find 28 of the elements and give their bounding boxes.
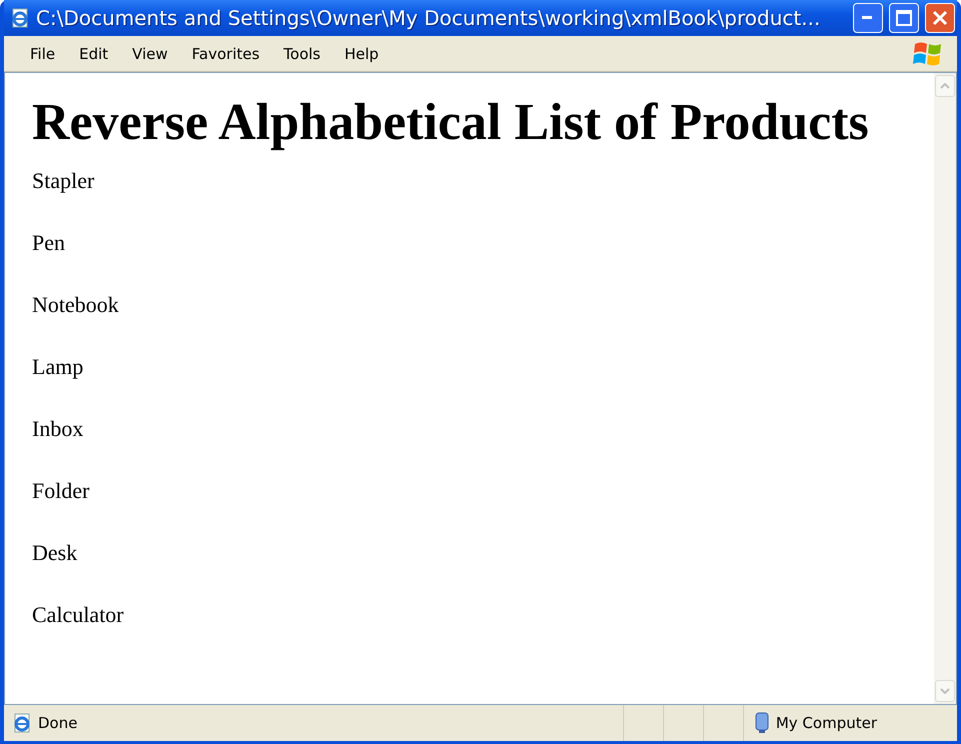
- status-text: Done: [38, 714, 78, 732]
- menu-item[interactable]: Help: [332, 40, 391, 66]
- product-name: Lamp: [32, 354, 84, 380]
- menu-item[interactable]: Tools: [272, 40, 332, 66]
- maximize-button[interactable]: [889, 3, 919, 33]
- window-title: C:\Documents and Settings\Owner\My Documents\working\xmlBook\product...: [36, 6, 822, 30]
- close-icon: [932, 10, 948, 26]
- menu-item[interactable]: File: [18, 40, 68, 66]
- page-icon: [12, 713, 32, 733]
- product-name: Calculator: [32, 602, 125, 628]
- product-name: Stapler: [32, 168, 96, 194]
- product-name: Desk: [32, 540, 78, 566]
- minimize-button[interactable]: [853, 3, 883, 33]
- close-button[interactable]: [925, 3, 955, 33]
- menu-item[interactable]: Favorites: [180, 40, 272, 66]
- product-name: Inbox: [32, 416, 84, 442]
- windows-flag-icon: [913, 40, 943, 68]
- page-icon: [10, 8, 30, 28]
- computer-icon: [754, 712, 770, 734]
- page-heading: Reverse Alphabetical List of Products: [32, 93, 870, 152]
- menu-item[interactable]: View: [120, 40, 180, 66]
- menu-item[interactable]: Edit: [67, 40, 120, 66]
- product-name: Folder: [32, 478, 90, 504]
- zone-text: My Computer: [776, 714, 877, 732]
- product-name: Notebook: [32, 292, 120, 318]
- maximize-icon: [896, 10, 912, 26]
- minimize-icon: [862, 16, 874, 20]
- product-name: Pen: [32, 230, 66, 256]
